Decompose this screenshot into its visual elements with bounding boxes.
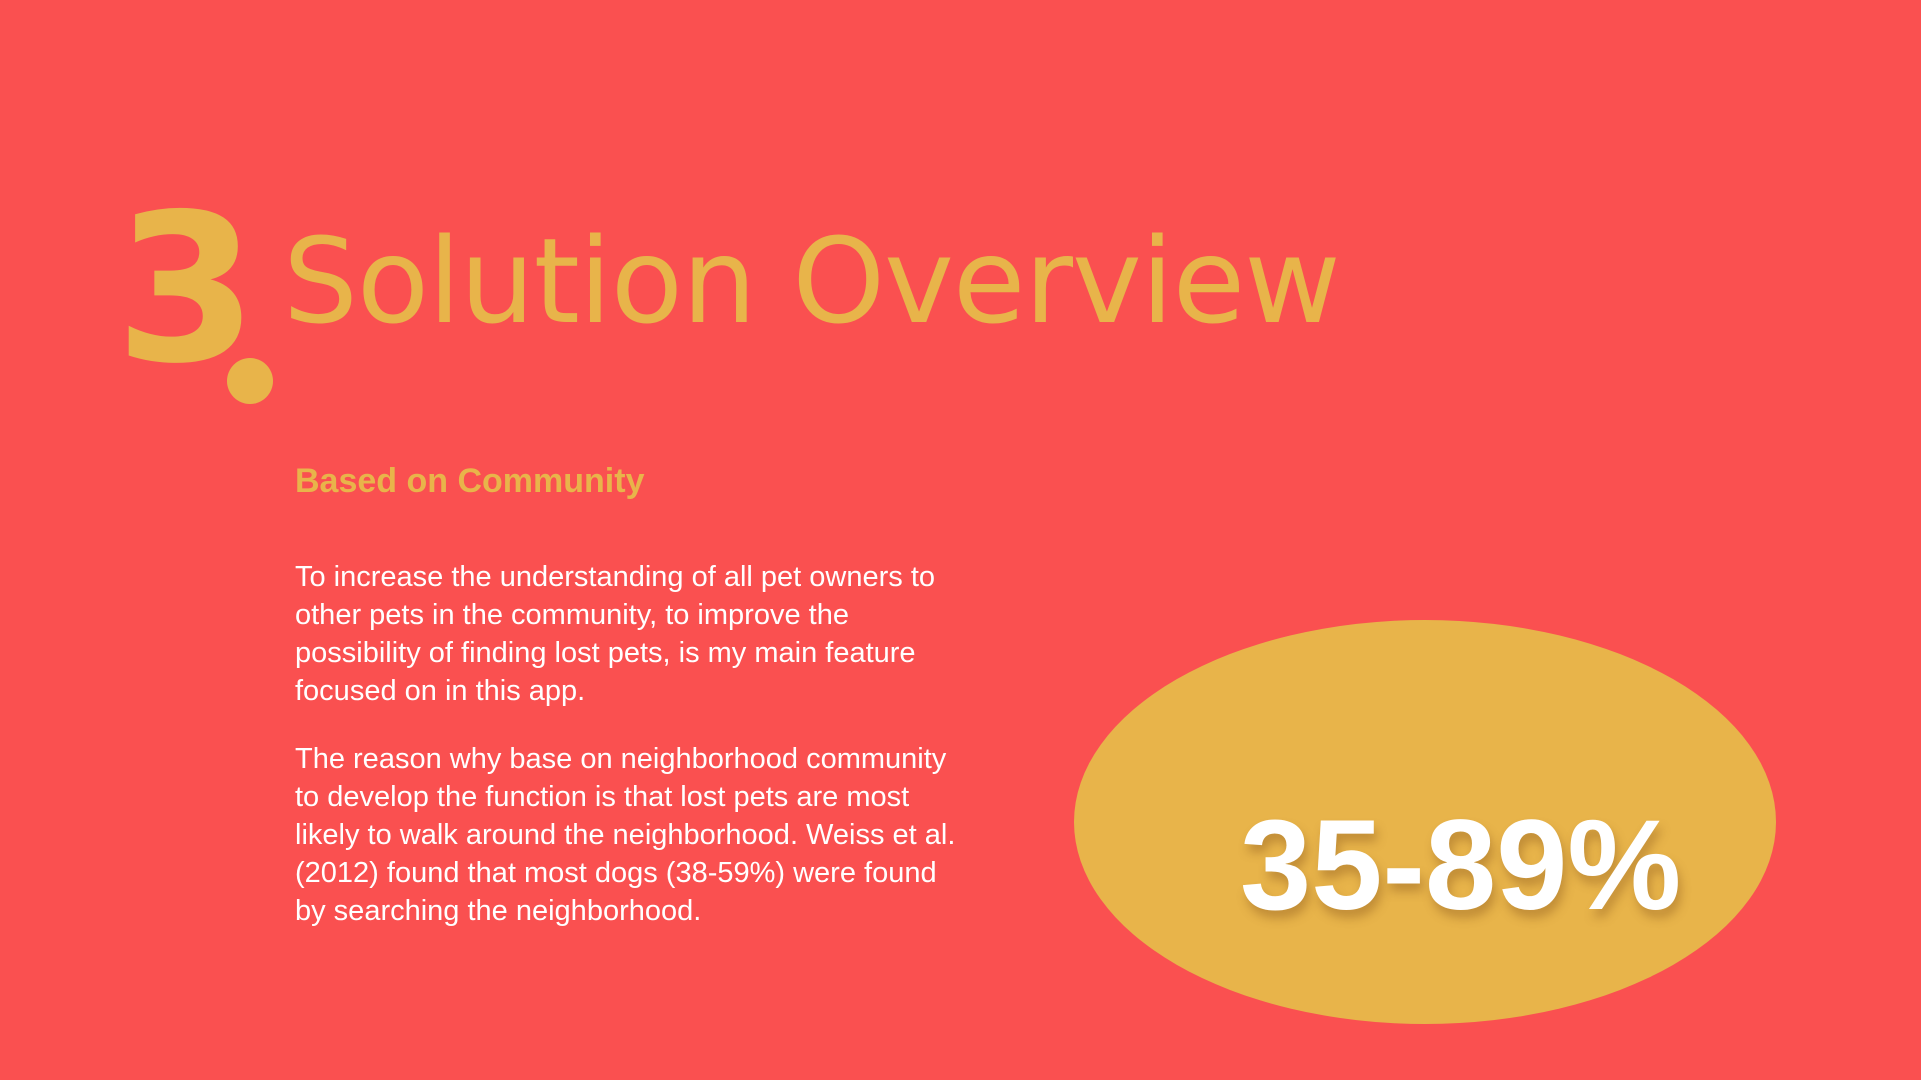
highlight-stat: 35-89%	[1240, 794, 1682, 937]
section-number-dot	[227, 358, 273, 404]
slide-title: Solution Overview	[283, 212, 1341, 350]
slide-subtitle: Based on Community	[295, 462, 645, 500]
section-number: 3	[115, 171, 258, 409]
body-paragraph-2: The reason why base on neighborhood comm…	[295, 743, 956, 927]
body-paragraph-1: To increase the understanding of all pet…	[295, 561, 936, 707]
slide: 3 Solution Overview Based on Community T…	[0, 0, 1921, 1080]
